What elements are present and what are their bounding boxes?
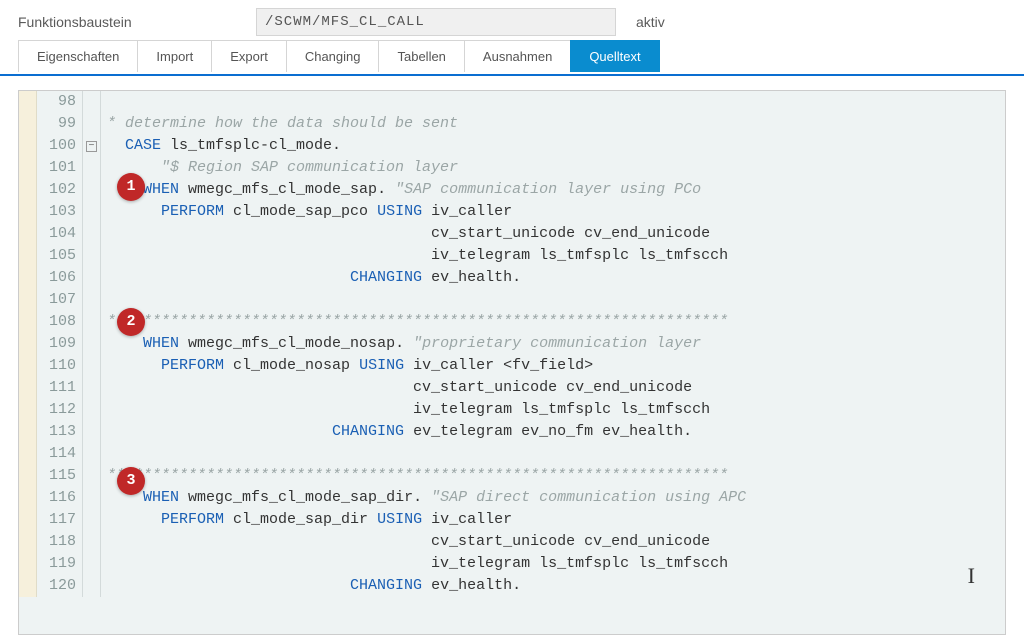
text-cursor-icon: I [968, 565, 975, 587]
fold-cell [83, 465, 100, 487]
fold-cell[interactable]: − [83, 135, 100, 157]
line-number: 111 [37, 377, 76, 399]
fold-cell [83, 113, 100, 135]
line-number: 117 [37, 509, 76, 531]
line-number: 105 [37, 245, 76, 267]
status-label: aktiv [624, 14, 665, 30]
fold-cell [83, 91, 100, 113]
fold-toggle-icon[interactable]: − [86, 141, 97, 152]
line-number: 112 [37, 399, 76, 421]
fold-cell [83, 377, 100, 399]
code-line[interactable]: cv_start_unicode cv_end_unicode [107, 377, 1005, 399]
line-number: 120 [37, 575, 76, 597]
fold-cell [83, 443, 100, 465]
line-number: 109 [37, 333, 76, 355]
tab-export[interactable]: Export [211, 40, 287, 72]
fold-cell [83, 245, 100, 267]
code-line[interactable]: WHEN wmegc_mfs_cl_mode_sap. "SAP communi… [107, 179, 1005, 201]
line-number: 102 [37, 179, 76, 201]
line-number: 119 [37, 553, 76, 575]
tab-ausnahmen[interactable]: Ausnahmen [464, 40, 571, 72]
fold-cell [83, 289, 100, 311]
code-line[interactable]: cv_start_unicode cv_end_unicode [107, 531, 1005, 553]
code-line[interactable]: "$ Region SAP communication layer [107, 157, 1005, 179]
tab-tabellen[interactable]: Tabellen [378, 40, 464, 72]
code-line[interactable]: CHANGING ev_health. [107, 267, 1005, 289]
line-number: 104 [37, 223, 76, 245]
code-line[interactable]: ****************************************… [107, 311, 1005, 333]
line-number-gutter: 9899100101102103104105106107108109110111… [37, 91, 83, 597]
line-number: 115 [37, 465, 76, 487]
fold-cell [83, 487, 100, 509]
code-line[interactable]: WHEN wmegc_mfs_cl_mode_sap_dir. "SAP dir… [107, 487, 1005, 509]
code-line[interactable] [107, 289, 1005, 311]
fold-cell [83, 333, 100, 355]
line-number: 107 [37, 289, 76, 311]
tab-eigenschaften[interactable]: Eigenschaften [18, 40, 138, 72]
code-line[interactable]: cv_start_unicode cv_end_unicode [107, 223, 1005, 245]
line-number: 114 [37, 443, 76, 465]
tab-quelltext[interactable]: Quelltext [570, 40, 659, 72]
fold-cell [83, 509, 100, 531]
fold-gutter: − [83, 91, 101, 597]
line-number: 108 [37, 311, 76, 333]
code-line[interactable]: PERFORM cl_mode_nosap USING iv_caller <f… [107, 355, 1005, 377]
modification-gutter [19, 91, 37, 597]
code-line[interactable]: * determine how the data should be sent [107, 113, 1005, 135]
tabstrip: EigenschaftenImportExportChangingTabelle… [0, 40, 1024, 76]
code-line[interactable]: CHANGING ev_health. [107, 575, 1005, 597]
line-number: 99 [37, 113, 76, 135]
code-line[interactable]: iv_telegram ls_tmfsplc ls_tmfscch [107, 399, 1005, 421]
fold-cell [83, 553, 100, 575]
module-name-input[interactable] [256, 8, 616, 36]
fold-cell [83, 399, 100, 421]
code-line[interactable]: CHANGING ev_telegram ev_no_fm ev_health. [107, 421, 1005, 443]
annotation-callout-2: 2 [117, 308, 145, 336]
fold-cell [83, 223, 100, 245]
line-number: 106 [37, 267, 76, 289]
fold-cell [83, 575, 100, 597]
annotation-callout-3: 3 [117, 467, 145, 495]
code-line[interactable]: iv_telegram ls_tmfsplc ls_tmfscch [107, 245, 1005, 267]
line-number: 116 [37, 487, 76, 509]
line-number: 100 [37, 135, 76, 157]
fold-cell [83, 531, 100, 553]
code-line[interactable]: PERFORM cl_mode_sap_dir USING iv_caller [107, 509, 1005, 531]
line-number: 103 [37, 201, 76, 223]
code-line[interactable]: CASE ls_tmfsplc-cl_mode. [107, 135, 1005, 157]
line-number: 98 [37, 91, 76, 113]
tab-changing[interactable]: Changing [286, 40, 380, 72]
fold-cell [83, 267, 100, 289]
code-line[interactable]: ****************************************… [107, 465, 1005, 487]
tab-import[interactable]: Import [137, 40, 212, 72]
fold-cell [83, 201, 100, 223]
code-line[interactable]: WHEN wmegc_mfs_cl_mode_nosap. "proprieta… [107, 333, 1005, 355]
code-editor[interactable]: 9899100101102103104105106107108109110111… [18, 90, 1006, 635]
line-number: 118 [37, 531, 76, 553]
annotation-callout-1: 1 [117, 173, 145, 201]
code-line[interactable]: iv_telegram ls_tmfsplc ls_tmfscch [107, 553, 1005, 575]
fold-cell [83, 179, 100, 201]
line-number: 101 [37, 157, 76, 179]
fold-cell [83, 355, 100, 377]
line-number: 113 [37, 421, 76, 443]
fold-cell [83, 421, 100, 443]
module-type-label: Funktionsbaustein [18, 14, 248, 30]
code-line[interactable]: PERFORM cl_mode_sap_pco USING iv_caller [107, 201, 1005, 223]
header-row: Funktionsbaustein aktiv [0, 0, 1024, 40]
line-number: 110 [37, 355, 76, 377]
code-content[interactable]: * determine how the data should be sent … [101, 91, 1005, 597]
code-line[interactable] [107, 443, 1005, 465]
fold-cell [83, 157, 100, 179]
fold-cell [83, 311, 100, 333]
code-line[interactable] [107, 91, 1005, 113]
